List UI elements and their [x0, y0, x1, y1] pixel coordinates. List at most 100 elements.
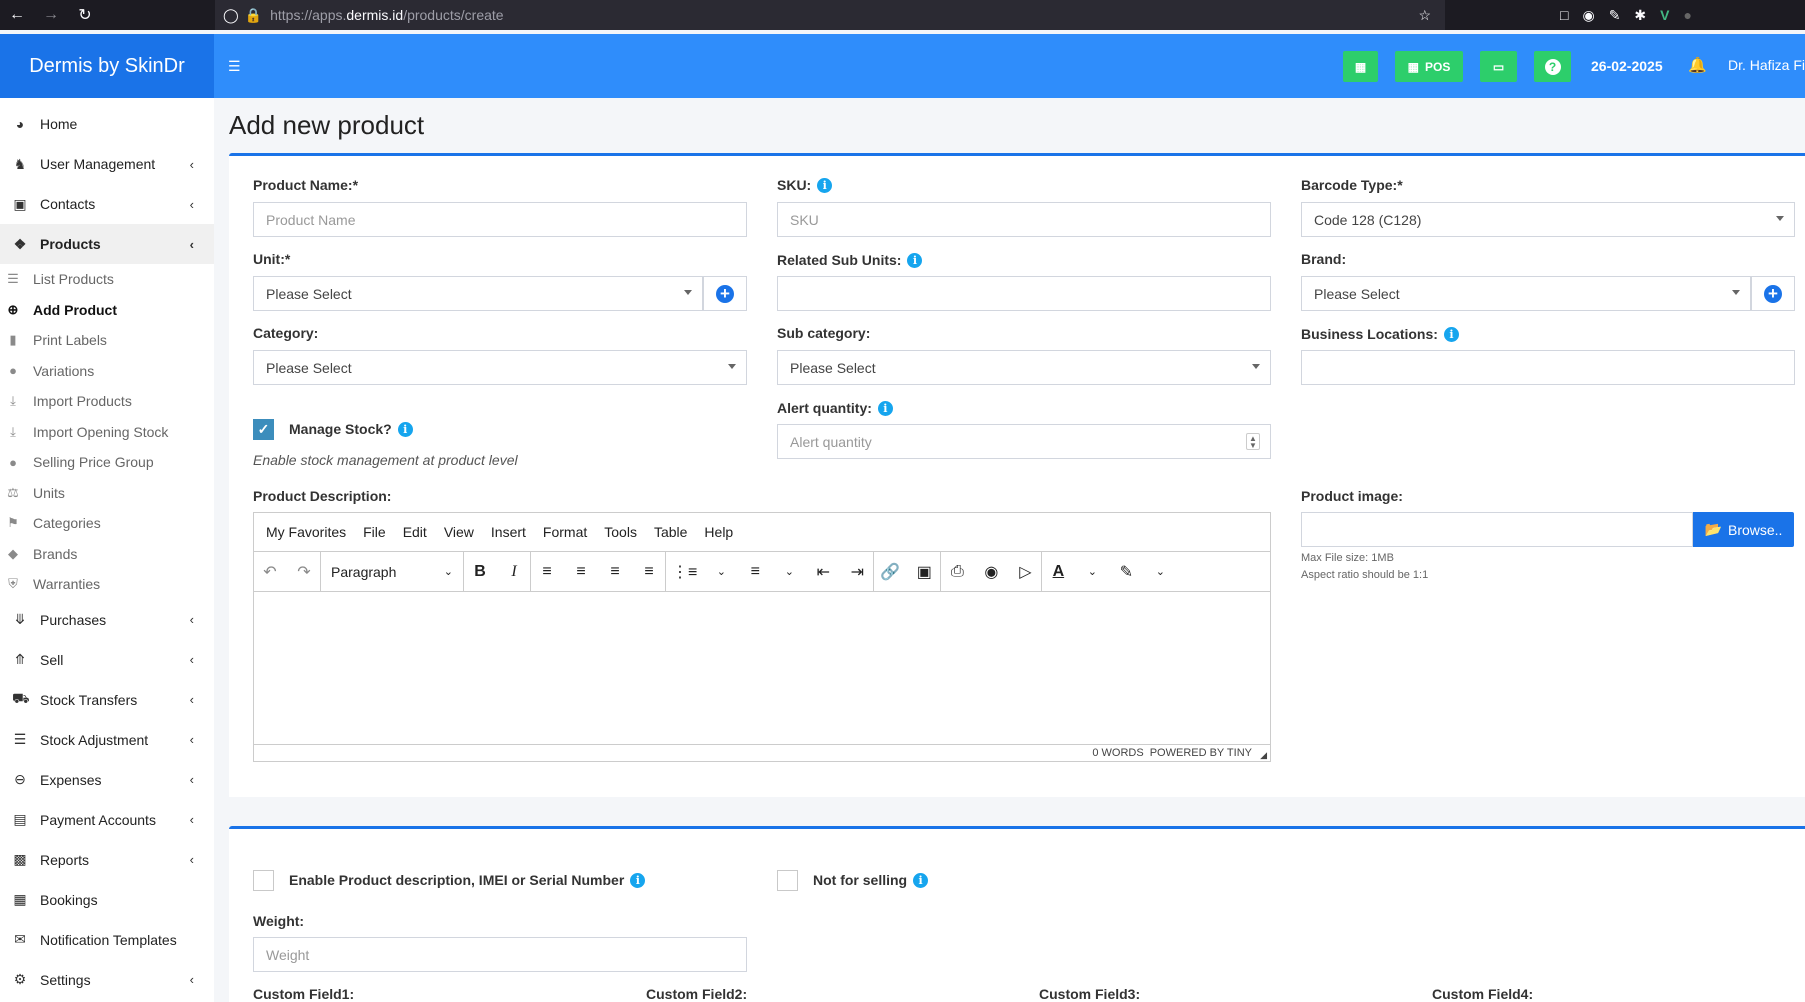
align-left-icon[interactable]: ≡	[537, 563, 557, 581]
number-spinner-icon[interactable]: ▲ ▼	[1246, 433, 1260, 450]
align-center-icon[interactable]: ≡	[571, 563, 591, 581]
sidebar-subitem-list-products[interactable]: ☰ List Products	[0, 264, 214, 295]
sidebar-item-sell[interactable]: ⤊ Sell ‹	[0, 640, 214, 680]
back-icon[interactable]: ←	[0, 0, 34, 30]
sidebar-item-purchases[interactable]: ⤋ Purchases ‹	[0, 600, 214, 640]
image-icon[interactable]: ▣	[914, 562, 934, 582]
barcode-type-select[interactable]: Code 128 (C128)	[1301, 202, 1795, 237]
vue-devtools-icon[interactable]: V	[1660, 7, 1669, 23]
italic-icon[interactable]: I	[504, 563, 524, 581]
info-icon[interactable]: i	[913, 872, 929, 888]
business-locations-select[interactable]	[1301, 350, 1795, 385]
sidebar-subitem-variations[interactable]: ● Variations	[0, 356, 214, 387]
editor-menu-my-favorites[interactable]: My Favorites	[266, 524, 346, 540]
sidebar-item-home[interactable]: ◕ Home	[0, 104, 214, 144]
sidebar-item-products[interactable]: ❖ Products ‹	[0, 224, 214, 264]
product-name-input[interactable]: Product Name	[253, 202, 747, 237]
highlight-color-icon[interactable]: ✎	[1116, 562, 1136, 582]
cash-register-button[interactable]: ▭	[1480, 51, 1517, 82]
bold-icon[interactable]: B	[470, 563, 490, 581]
brand-select[interactable]: Please Select	[1301, 276, 1751, 311]
editor-menu-edit[interactable]: Edit	[403, 524, 427, 540]
help-button[interactable]: ?	[1534, 51, 1571, 82]
editor-menu-file[interactable]: File	[363, 524, 386, 540]
editor-menu-tools[interactable]: Tools	[604, 524, 637, 540]
not-for-selling-checkbox[interactable]	[777, 870, 798, 891]
app-brand[interactable]: Dermis by SkinDr	[0, 34, 214, 98]
sidebar-subitem-selling-price-group[interactable]: ● Selling Price Group	[0, 447, 214, 478]
sidebar-item-notification-templates[interactable]: ✉ Notification Templates	[0, 920, 214, 960]
forward-icon[interactable]: →	[34, 0, 68, 30]
extensions-icon[interactable]: ✎	[1609, 7, 1621, 24]
preview-icon[interactable]: ◉	[981, 562, 1001, 582]
editor-menu-format[interactable]: Format	[543, 524, 587, 540]
enable-imei-checkbox[interactable]	[253, 870, 274, 891]
calculator-button[interactable]: ▦	[1343, 51, 1378, 82]
sidebar-subitem-categories[interactable]: ⚑ Categories	[0, 508, 214, 539]
align-justify-icon[interactable]: ≡	[639, 563, 659, 581]
chevron-down-icon[interactable]: ⌄	[711, 565, 731, 578]
sidebar-subitem-import-products[interactable]: ⤓ Import Products	[0, 386, 214, 417]
block-format-select[interactable]: Paragraph ⌄	[327, 564, 457, 580]
browse-button[interactable]: 📂 Browse..	[1693, 512, 1794, 547]
pocket-icon[interactable]: □	[1560, 7, 1568, 23]
align-right-icon[interactable]: ≡	[605, 563, 625, 581]
sidebar-item-payment-accounts[interactable]: ▤ Payment Accounts ‹	[0, 800, 214, 840]
user-menu[interactable]: Dr. Hafiza Fi	[1728, 57, 1805, 73]
unit-select[interactable]: Please Select	[253, 276, 703, 311]
sidebar-subitem-print-labels[interactable]: ▮ Print Labels	[0, 325, 214, 356]
pos-button[interactable]: ▦ POS	[1395, 51, 1463, 82]
url-bar[interactable]: ◯ 🔒 https://apps. dermis.id/products/crea…	[215, 0, 1445, 30]
account-icon[interactable]: ◉	[1582, 7, 1594, 24]
sidebar-item-settings[interactable]: ⚙ Settings ‹	[0, 960, 214, 1000]
chevron-down-icon[interactable]: ⌄	[779, 565, 799, 578]
indent-icon[interactable]: ⇥	[847, 562, 867, 582]
sub-category-select[interactable]: Please Select	[777, 350, 1271, 385]
editor-menu-view[interactable]: View	[444, 524, 474, 540]
chevron-down-icon[interactable]: ⌄	[1082, 565, 1102, 578]
menu-toggle-icon[interactable]: ☰	[228, 58, 241, 75]
sidebar-item-reports[interactable]: ▩ Reports ‹	[0, 840, 214, 880]
media-icon[interactable]: ▷	[1015, 562, 1035, 582]
outdent-icon[interactable]: ⇤	[813, 562, 833, 582]
info-icon[interactable]: i	[1443, 326, 1459, 342]
sidebar-subitem-brands[interactable]: ◆ Brands	[0, 539, 214, 570]
sidebar-subitem-add-product[interactable]: ⊕ Add Product	[0, 295, 214, 326]
sidebar-subitem-units[interactable]: ⚖ Units	[0, 478, 214, 509]
chevron-down-icon[interactable]: ⌄	[1150, 565, 1170, 578]
editor-menu-help[interactable]: Help	[704, 524, 733, 540]
sidebar-subitem-warranties[interactable]: ⛨ Warranties	[0, 569, 214, 600]
notification-bell-icon[interactable]: 🔔	[1688, 56, 1707, 74]
weight-input[interactable]: Weight	[253, 937, 747, 972]
manage-stock-checkbox[interactable]: ✓	[253, 419, 274, 440]
related-sub-units-select[interactable]	[777, 276, 1271, 311]
sidebar-item-stock-transfers[interactable]: ⛟ Stock Transfers ‹	[0, 680, 214, 720]
info-icon[interactable]: i	[397, 421, 413, 437]
editor-menu-table[interactable]: Table	[654, 524, 687, 540]
info-icon[interactable]: i	[817, 177, 833, 193]
info-icon[interactable]: i	[877, 400, 893, 416]
sidebar-item-expenses[interactable]: ⊖ Expenses ‹	[0, 760, 214, 800]
link-icon[interactable]: 🔗	[880, 562, 900, 582]
sidebar-item-stock-adjustment[interactable]: ☰ Stock Adjustment ‹	[0, 720, 214, 760]
settings-gear-icon[interactable]: ✱	[1634, 7, 1646, 24]
add-unit-button[interactable]: +	[703, 276, 747, 311]
powered-by-tiny[interactable]: POWERED BY TINY	[1150, 747, 1252, 759]
sidebar-item-bookings[interactable]: ▦ Bookings	[0, 880, 214, 920]
bookmark-star-icon[interactable]: ☆	[1418, 7, 1431, 24]
extension-icon[interactable]: ●	[1684, 7, 1692, 23]
sidebar-item-user-management[interactable]: ♞ User Management ‹	[0, 144, 214, 184]
numbered-list-icon[interactable]: ≡	[745, 563, 765, 581]
sidebar-item-contacts[interactable]: ▣ Contacts ‹	[0, 184, 214, 224]
bullet-list-icon[interactable]: ⋮≡	[672, 562, 697, 582]
add-brand-button[interactable]: +	[1751, 276, 1795, 311]
redo-icon[interactable]: ↷	[294, 562, 314, 582]
product-description-editor[interactable]: My Favorites File Edit View Insert Forma…	[253, 512, 1271, 762]
editor-menu-insert[interactable]: Insert	[491, 524, 526, 540]
reload-icon[interactable]: ↻	[68, 0, 102, 30]
info-icon[interactable]: i	[907, 252, 923, 268]
resize-handle-icon[interactable]: ◢	[1260, 750, 1267, 761]
category-select[interactable]: Please Select	[253, 350, 747, 385]
sku-input[interactable]: SKU	[777, 202, 1271, 237]
sidebar-subitem-import-opening-stock[interactable]: ⤓ Import Opening Stock	[0, 417, 214, 448]
